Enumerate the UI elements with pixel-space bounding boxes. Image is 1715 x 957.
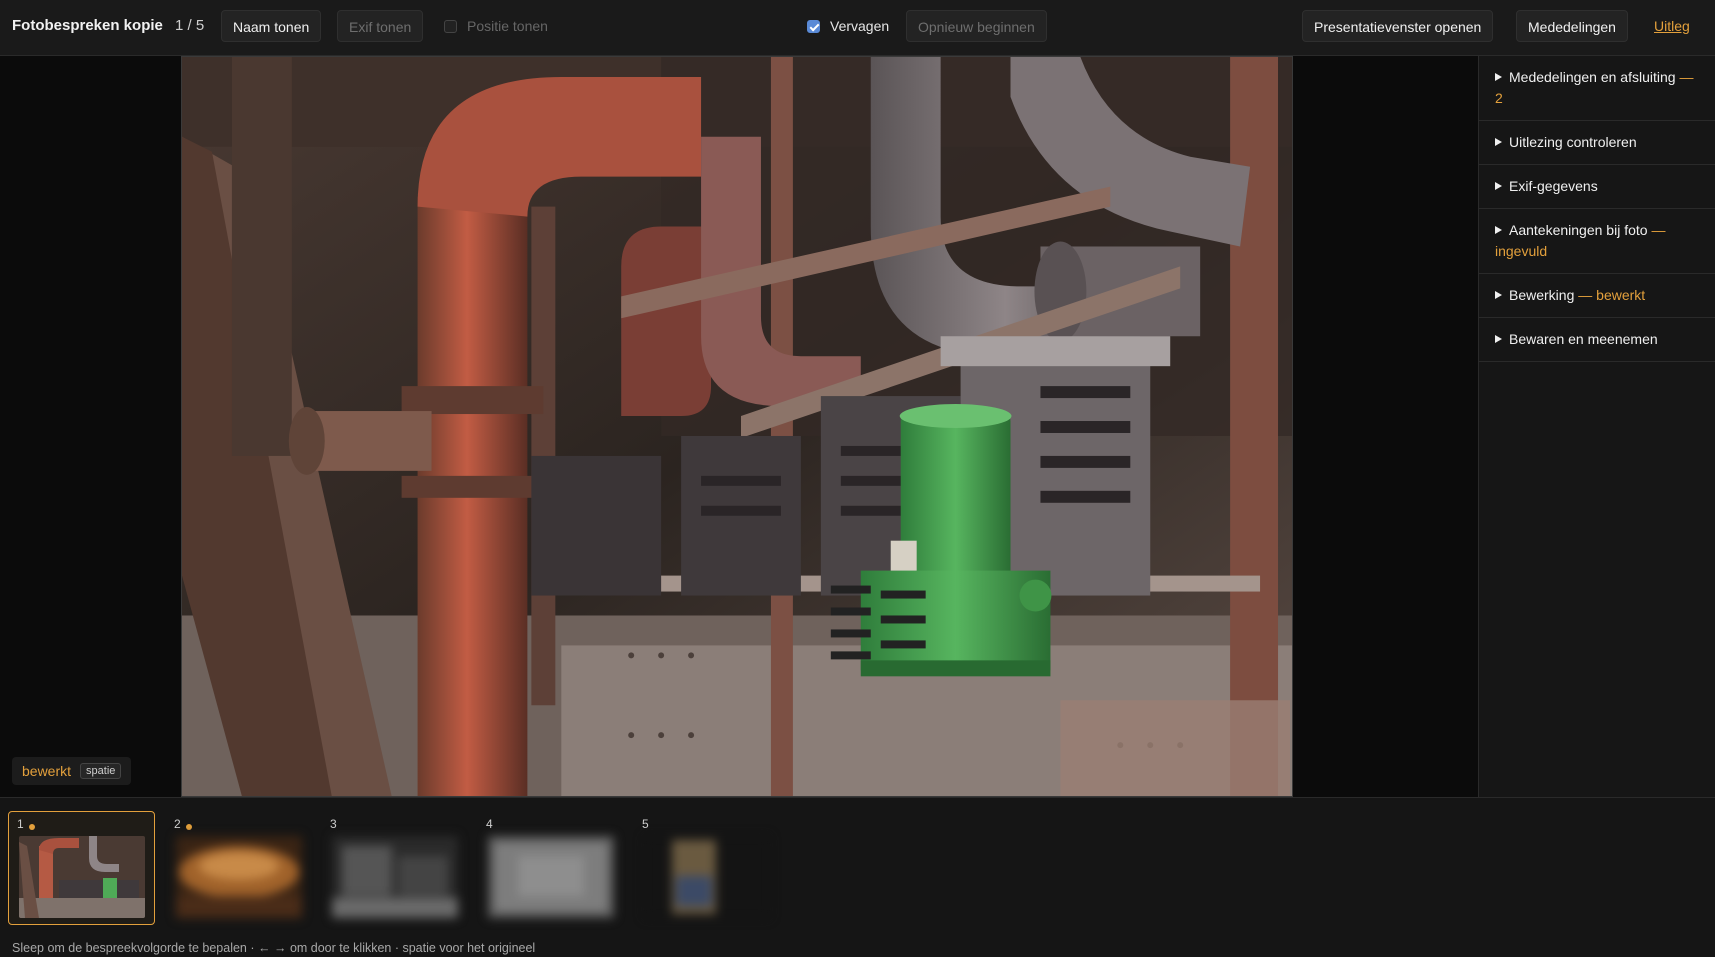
photo-stage: bewerkt spatie — [0, 56, 1478, 797]
show-exif-button[interactable]: Exif tonen — [337, 10, 424, 42]
space-key-hint: spatie — [80, 763, 122, 779]
thumbnail-5[interactable]: 5 — [633, 811, 780, 925]
section-title: Aantekeningen bij foto — [1509, 222, 1648, 238]
thumbnail-image — [176, 836, 302, 918]
section-photo-notes[interactable]: Aantekeningen bij foto — ingevuld — [1479, 209, 1715, 274]
section-title: Exif-gegevens — [1509, 178, 1598, 194]
section-save-export[interactable]: Bewaren en meenemen — [1479, 318, 1715, 362]
section-check-reading[interactable]: Uitlezing controleren — [1479, 121, 1715, 165]
disclosure-triangle-icon — [1495, 291, 1502, 299]
filmstrip: 1 2 3 4 5 Sleep om de bespreekvolgorde t… — [0, 797, 1715, 957]
thumbnail-number: 3 — [330, 817, 337, 831]
thumbnail-4[interactable]: 4 — [477, 811, 624, 925]
section-title: Uitlezing controleren — [1509, 134, 1637, 150]
disclosure-triangle-icon — [1495, 182, 1502, 190]
open-presentation-button[interactable]: Presentatievenster openen — [1302, 10, 1494, 42]
marked-dot-icon — [186, 824, 192, 830]
show-position-label: Positie tonen — [467, 18, 548, 34]
filmstrip-hint: Sleep om de bespreekvolgorde te bepalen … — [12, 941, 536, 955]
thumbnail-image — [644, 836, 770, 918]
section-status: — bewerkt — [1578, 287, 1646, 303]
thumbnail-image — [488, 836, 614, 918]
thumbnail-image — [19, 836, 145, 918]
section-notices-closing[interactable]: Mededelingen en afsluiting — 2 — [1479, 56, 1715, 121]
show-position-checkbox[interactable]: Positie tonen — [444, 10, 548, 42]
thumbnail-number: 2 — [174, 817, 181, 831]
show-name-button[interactable]: Naam tonen — [221, 10, 322, 42]
disclosure-triangle-icon — [1495, 73, 1502, 81]
industrial-pipes-photo — [182, 57, 1292, 796]
fade-checkbox[interactable]: Vervagen — [807, 10, 889, 42]
help-link[interactable]: Uitleg — [1654, 10, 1690, 42]
checkbox-checked-icon[interactable] — [807, 19, 820, 33]
section-title: Bewaren en meenemen — [1509, 331, 1658, 347]
current-photo[interactable] — [181, 56, 1293, 797]
section-title: Bewerking — [1509, 287, 1575, 303]
edited-label: bewerkt — [22, 763, 72, 779]
section-editing[interactable]: Bewerking — bewerkt — [1479, 274, 1715, 318]
photo-counter: 1 / 5 — [175, 17, 205, 34]
thumbnail-2[interactable]: 2 — [165, 811, 312, 925]
thumbnail-3[interactable]: 3 — [321, 811, 468, 925]
section-exif-data[interactable]: Exif-gegevens — [1479, 165, 1715, 209]
thumbnail-number: 1 — [17, 817, 24, 831]
fade-label: Vervagen — [830, 18, 890, 34]
notices-button[interactable]: Mededelingen — [1516, 10, 1628, 42]
disclosure-triangle-icon — [1495, 138, 1502, 146]
app-title: Fotobespreken kopie — [12, 17, 163, 34]
thumbnail-image — [332, 836, 458, 918]
checkbox-unchecked-icon[interactable] — [444, 19, 457, 33]
side-panel: Mededelingen en afsluiting — 2 Uitlezing… — [1478, 56, 1715, 797]
thumbnail-1[interactable]: 1 — [8, 811, 155, 925]
edited-indicator: bewerkt spatie — [12, 757, 132, 785]
thumbnail-number: 5 — [642, 817, 649, 831]
disclosure-triangle-icon — [1495, 335, 1502, 343]
toolbar: Fotobespreken kopie 1 / 5 Naam tonen Exi… — [0, 0, 1715, 56]
restart-button[interactable]: Opnieuw beginnen — [906, 10, 1047, 42]
marked-dot-icon — [29, 824, 35, 830]
thumbnail-number: 4 — [486, 817, 493, 831]
section-title: Mededelingen en afsluiting — [1509, 69, 1676, 85]
disclosure-triangle-icon — [1495, 226, 1502, 234]
